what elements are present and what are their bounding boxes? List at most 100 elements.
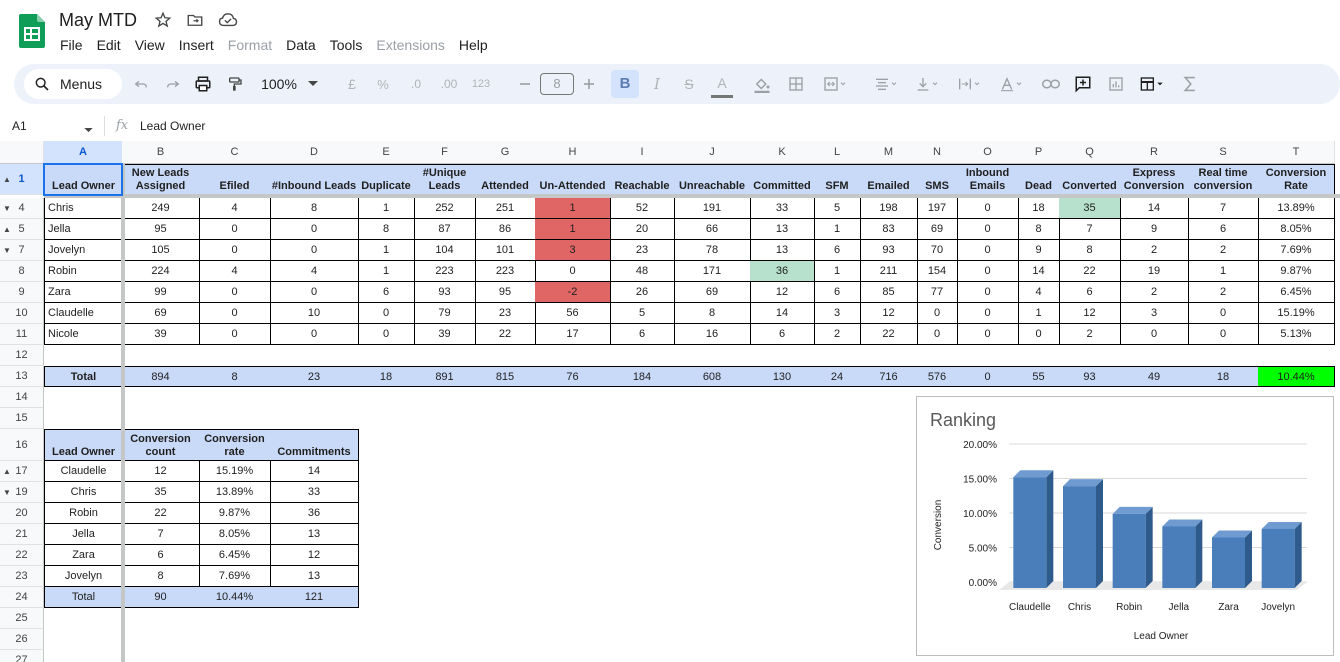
decrease-decimal-button[interactable]: .0 bbox=[405, 64, 427, 104]
main-table-cell[interactable]: 6 bbox=[610, 324, 675, 345]
menu-format[interactable]: Format bbox=[228, 37, 272, 53]
column-header-n[interactable]: N bbox=[917, 141, 958, 164]
main-table-cell[interactable]: 0 bbox=[957, 198, 1019, 219]
document-title[interactable]: May MTD bbox=[59, 10, 137, 31]
main-table-cell[interactable]: 0 bbox=[957, 219, 1019, 240]
ranking-owner-cell[interactable]: Zara bbox=[44, 545, 123, 566]
row-header-9[interactable]: 9 bbox=[0, 282, 44, 303]
ranking-table-cell[interactable]: 8.05% bbox=[199, 524, 271, 545]
main-table-header-cell[interactable]: Conversion Rate bbox=[1258, 164, 1335, 195]
main-table-cell[interactable]: 35 bbox=[1059, 198, 1121, 219]
main-table-cell[interactable]: 22 bbox=[475, 324, 536, 345]
row-header-5[interactable]: 5 ▲ bbox=[0, 219, 44, 240]
ranking-table-cell[interactable]: 33 bbox=[270, 482, 359, 503]
main-table-cell[interactable]: 2 bbox=[1120, 282, 1189, 303]
zoom-chevron-down-icon[interactable] bbox=[306, 64, 320, 104]
paint-format-icon[interactable] bbox=[224, 64, 246, 104]
main-table-cell[interactable]: 1 bbox=[358, 198, 415, 219]
star-icon[interactable] bbox=[154, 11, 174, 31]
main-table-cell[interactable]: 69 bbox=[122, 303, 200, 324]
group-expand-icon[interactable]: ▼ bbox=[3, 246, 11, 255]
main-table-header-cell[interactable]: Lead Owner bbox=[44, 164, 123, 195]
ranking-table-cell[interactable]: 14 bbox=[270, 461, 359, 482]
group-collapse-icon[interactable]: ▲ bbox=[3, 225, 11, 234]
main-table-total-cell[interactable]: 10.44% bbox=[1258, 366, 1335, 387]
main-table-cell[interactable]: 39 bbox=[414, 324, 476, 345]
main-table-cell[interactable]: 4 bbox=[199, 198, 271, 219]
main-table-header-cell[interactable]: Duplicate bbox=[358, 164, 415, 195]
row-header-15[interactable]: 15 bbox=[0, 408, 44, 429]
main-table-cell[interactable]: 12 bbox=[1059, 303, 1121, 324]
zoom-select[interactable]: 100% bbox=[258, 64, 300, 104]
row-header-25[interactable]: 25 bbox=[0, 608, 44, 629]
currency-format-button[interactable]: £ bbox=[344, 64, 360, 104]
main-table-cell[interactable]: 17 bbox=[535, 324, 611, 345]
row-header-23[interactable]: 23 bbox=[0, 566, 44, 587]
main-table-cell[interactable]: 1 bbox=[358, 240, 415, 261]
main-table-cell[interactable]: 18 bbox=[1018, 198, 1060, 219]
main-table-cell[interactable]: 1 bbox=[535, 219, 611, 240]
menu-extensions[interactable]: Extensions bbox=[376, 37, 444, 53]
ranking-chart[interactable]: Ranking 0.00% 5.00% 10.00% 15.00% 20.00% Claud… bbox=[916, 396, 1334, 656]
main-table-header-cell[interactable]: SFM bbox=[814, 164, 861, 195]
main-table-cell[interactable]: 8 bbox=[270, 198, 359, 219]
main-table-cell[interactable]: 0 bbox=[199, 303, 271, 324]
frozen-column-divider[interactable] bbox=[121, 164, 125, 662]
main-table-cell[interactable]: 0 bbox=[199, 219, 271, 240]
main-table-cell[interactable]: 0 bbox=[1188, 303, 1259, 324]
main-table-cell[interactable]: 0 bbox=[270, 282, 359, 303]
main-table-cell[interactable]: 6 bbox=[1188, 219, 1259, 240]
insert-chart-icon[interactable] bbox=[1105, 64, 1127, 104]
main-table-cell[interactable]: 0 bbox=[957, 240, 1019, 261]
horizontal-align-icon[interactable] bbox=[869, 64, 903, 104]
main-table-cell[interactable]: 0 bbox=[957, 303, 1019, 324]
select-all-corner[interactable] bbox=[0, 141, 44, 164]
font-size-input[interactable]: 8 bbox=[540, 73, 574, 95]
main-table-header-cell[interactable]: Efiled bbox=[199, 164, 271, 195]
main-table-cell[interactable]: 93 bbox=[414, 282, 476, 303]
main-table-cell[interactable]: 10 bbox=[270, 303, 359, 324]
column-header-f[interactable]: F bbox=[414, 141, 476, 164]
undo-icon[interactable] bbox=[130, 64, 152, 104]
cloud-saved-icon[interactable] bbox=[218, 11, 238, 31]
row-header-17[interactable]: 17 ▲ bbox=[0, 461, 44, 482]
main-table-cell[interactable]: 105 bbox=[122, 240, 200, 261]
main-table-total-cell[interactable]: 18 bbox=[1188, 366, 1259, 387]
main-table-cell[interactable]: 19 bbox=[1120, 261, 1189, 282]
main-table-cell[interactable]: 104 bbox=[414, 240, 476, 261]
ranking-owner-cell[interactable]: Chris bbox=[44, 482, 123, 503]
main-table-total-cell[interactable]: 716 bbox=[860, 366, 918, 387]
main-table-cell[interactable]: 1 bbox=[1018, 303, 1060, 324]
main-table-cell[interactable]: 0 bbox=[957, 324, 1019, 345]
main-table-total-cell[interactable]: 93 bbox=[1059, 366, 1121, 387]
main-table-cell[interactable]: 8.05% bbox=[1258, 219, 1335, 240]
lead-owner-cell[interactable]: Jella bbox=[44, 219, 123, 240]
main-table-cell[interactable]: 0 bbox=[957, 282, 1019, 303]
formula-input[interactable]: Lead Owner bbox=[140, 119, 205, 133]
main-table-cell[interactable]: 83 bbox=[860, 219, 918, 240]
main-table-cell[interactable]: 20 bbox=[610, 219, 675, 240]
name-box-chevron-down-icon[interactable] bbox=[84, 124, 93, 136]
ranking-table-cell[interactable]: 13 bbox=[270, 566, 359, 587]
main-table-cell[interactable]: 52 bbox=[610, 198, 675, 219]
menu-tools[interactable]: Tools bbox=[330, 37, 363, 53]
main-table-cell[interactable]: 7 bbox=[1188, 198, 1259, 219]
group-expand-icon[interactable]: ▼ bbox=[3, 488, 11, 497]
main-table-cell[interactable]: 1 bbox=[1188, 261, 1259, 282]
main-table-cell[interactable]: 0 bbox=[1188, 324, 1259, 345]
main-table-cell[interactable]: 6 bbox=[1059, 282, 1121, 303]
main-table-header-cell[interactable]: Reachable bbox=[610, 164, 675, 195]
main-table-header-cell[interactable]: Dead bbox=[1018, 164, 1060, 195]
ranking-table-header-cell[interactable]: Commitments bbox=[270, 429, 359, 461]
main-table-cell[interactable]: 78 bbox=[674, 240, 751, 261]
row-header-24[interactable]: 24 bbox=[0, 587, 44, 608]
column-header-o[interactable]: O bbox=[957, 141, 1019, 164]
main-table-cell[interactable]: 22 bbox=[860, 324, 918, 345]
text-color-button[interactable]: A bbox=[711, 70, 733, 98]
main-table-cell[interactable]: 0 bbox=[535, 261, 611, 282]
main-table-cell[interactable]: 48 bbox=[610, 261, 675, 282]
main-table-cell[interactable]: 6 bbox=[750, 324, 815, 345]
column-header-k[interactable]: K bbox=[750, 141, 815, 164]
main-table-header-cell[interactable]: Inbound Emails bbox=[957, 164, 1019, 195]
column-header-q[interactable]: Q bbox=[1059, 141, 1121, 164]
